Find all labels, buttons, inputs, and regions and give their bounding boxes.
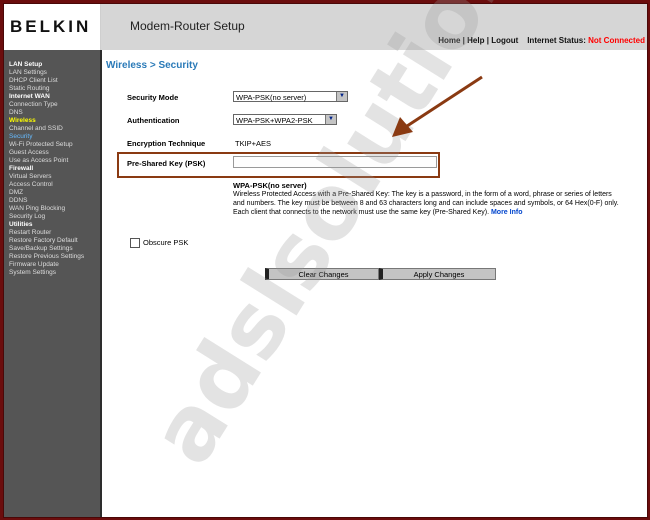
encryption-value: TKIP+AES [235, 139, 272, 148]
sidebar-item-static-routing[interactable]: Static Routing [9, 85, 84, 93]
router-window: BELKIN Modem-Router Setup Home | Help | … [3, 3, 648, 518]
security-mode-label: Security Mode [127, 93, 179, 102]
sidebar-item-security-log[interactable]: Security Log [9, 213, 84, 221]
chevron-down-icon[interactable]: ▼ [325, 115, 336, 124]
sidebar-item-wps[interactable]: Wi-Fi Protected Setup [9, 141, 84, 149]
app-title: Modem-Router Setup [130, 19, 245, 33]
sidebar-item-lan-settings[interactable]: LAN Settings [9, 69, 84, 77]
page-title: Wireless > Security [106, 60, 198, 71]
sidebar-item-save-backup[interactable]: Save/Backup Settings [9, 245, 84, 253]
encryption-label: Encryption Technique [127, 139, 206, 148]
sidebar-section-firewall[interactable]: Firewall [9, 165, 84, 173]
sidebar-item-wan-ping-blocking[interactable]: WAN Ping Blocking [9, 205, 84, 213]
nav-separator: | [462, 36, 465, 45]
sidebar-item-ddns[interactable]: DDNS [9, 197, 84, 205]
main-content: Wireless > Security Security Mode WPA-PS… [103, 50, 647, 517]
authentication-select[interactable]: WPA-PSK+WPA2-PSK ▼ [233, 114, 337, 125]
psk-input[interactable] [233, 156, 437, 168]
obscure-psk-label: Obscure PSK [143, 238, 189, 247]
sidebar-item-dns[interactable]: DNS [9, 109, 84, 117]
authentication-label: Authentication [127, 116, 180, 125]
sidebar-item-virtual-servers[interactable]: Virtual Servers [9, 173, 84, 181]
apply-changes-button[interactable]: Apply Changes [379, 268, 496, 280]
help-title: WPA-PSK(no server) [233, 181, 307, 190]
sidebar-item-security[interactable]: Security [9, 133, 84, 141]
security-mode-select[interactable]: WPA-PSK(no server) ▼ [233, 91, 348, 102]
top-navigation: Home | Help | Logout Internet Status: No… [438, 36, 645, 45]
sidebar-item-restore-previous[interactable]: Restore Previous Settings [9, 253, 84, 261]
more-info-link[interactable]: More Info [491, 209, 523, 216]
help-link[interactable]: Help [467, 36, 484, 45]
sidebar-section-utilities[interactable]: Utilities [9, 221, 84, 229]
sidebar-section-lan-setup[interactable]: LAN Setup [9, 61, 84, 69]
sidebar-section-wireless[interactable]: Wireless [9, 117, 84, 125]
sidebar-item-firmware-update[interactable]: Firmware Update [9, 261, 84, 269]
sidebar-item-channel-ssid[interactable]: Channel and SSID [9, 125, 84, 133]
obscure-psk-checkbox[interactable] [130, 238, 140, 248]
internet-status-value: Not Connected [588, 36, 645, 45]
sidebar-item-dmz[interactable]: DMZ [9, 189, 84, 197]
nav-separator: | [486, 36, 489, 45]
authentication-value: WPA-PSK+WPA2-PSK [236, 116, 313, 125]
belkin-logo: BELKIN [10, 17, 92, 36]
sidebar-section-internet-wan[interactable]: Internet WAN [9, 93, 84, 101]
sidebar: LAN Setup LAN Settings DHCP Client List … [4, 50, 102, 517]
logo-area: BELKIN [4, 4, 101, 50]
header-bar: Modem-Router Setup Home | Help | Logout … [101, 4, 647, 52]
sidebar-item-access-control[interactable]: Access Control [9, 181, 84, 189]
sidebar-item-connection-type[interactable]: Connection Type [9, 101, 84, 109]
sidebar-item-dhcp-client-list[interactable]: DHCP Client List [9, 77, 84, 85]
help-text: Wireless Protected Access with a Pre-Sha… [233, 190, 625, 217]
sidebar-item-access-point[interactable]: Use as Access Point [9, 157, 84, 165]
sidebar-item-restore-factory[interactable]: Restore Factory Default [9, 237, 84, 245]
logout-link[interactable]: Logout [491, 36, 518, 45]
sidebar-item-guest-access[interactable]: Guest Access [9, 149, 84, 157]
home-link[interactable]: Home [438, 36, 460, 45]
psk-label: Pre-Shared Key (PSK) [127, 159, 206, 168]
clear-changes-button[interactable]: Clear Changes [265, 268, 379, 280]
help-body: Wireless Protected Access with a Pre-Sha… [233, 191, 619, 216]
internet-status-label: Internet Status: [527, 36, 586, 45]
sidebar-item-restart-router[interactable]: Restart Router [9, 229, 84, 237]
security-mode-value: WPA-PSK(no server) [236, 93, 307, 102]
sidebar-item-system-settings[interactable]: System Settings [9, 269, 84, 277]
chevron-down-icon[interactable]: ▼ [336, 92, 347, 101]
